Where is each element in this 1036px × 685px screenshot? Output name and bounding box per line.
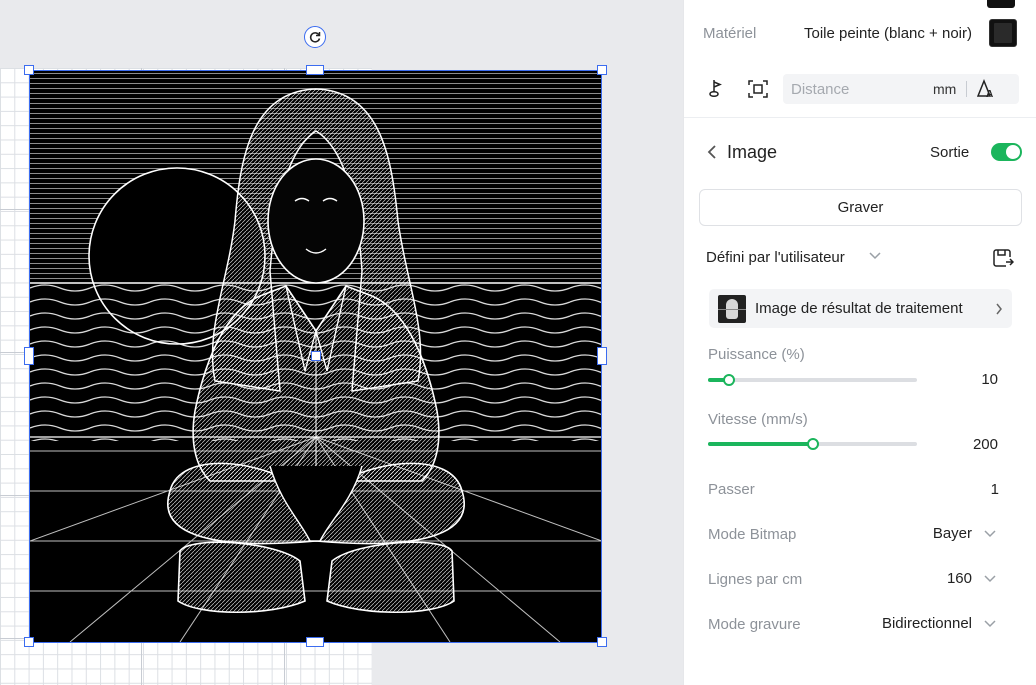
engrave-mode-button[interactable]: Graver (699, 189, 1022, 226)
svg-text:A: A (986, 89, 993, 99)
design-canvas[interactable] (0, 0, 683, 685)
speed-label: Vitesse (mm/s) (708, 411, 808, 428)
result-image-card[interactable]: Image de résultat de traitement (709, 289, 1012, 328)
result-thumbnail (718, 294, 746, 323)
export-icon[interactable] (992, 247, 1014, 269)
output-toggle[interactable] (991, 143, 1022, 161)
focus-icon[interactable] (707, 78, 727, 100)
chevron-down-icon (984, 574, 996, 583)
distance-input[interactable] (791, 80, 921, 98)
bitmap-mode-value: Bayer (932, 525, 972, 542)
lines-per-cm-label: Lignes par cm (708, 571, 803, 588)
rotate-icon (308, 30, 322, 44)
preset-label[interactable]: Défini par l'utilisateur (706, 249, 845, 266)
passes-value[interactable]: 1 (991, 481, 999, 498)
chevron-down-icon (984, 619, 996, 628)
resize-handle-top-left[interactable] (24, 65, 34, 75)
settings-panel: Matériel Toile peinte (blanc + noir) mm … (683, 0, 1036, 685)
resize-handle-bottom-left[interactable] (24, 637, 34, 647)
resize-handle-bottom-right[interactable] (597, 637, 607, 647)
preset-row[interactable]: Défini par l'utilisateur (684, 246, 1036, 268)
engrave-mode-label: Mode gravure (708, 616, 801, 633)
material-label: Matériel (703, 24, 757, 42)
speed-slider[interactable] (708, 438, 917, 450)
resize-handle-right[interactable] (597, 347, 607, 365)
engrave-mode-select[interactable]: Bidirectionnel (882, 615, 996, 632)
power-slider[interactable] (708, 374, 917, 386)
passes-label: Passer (708, 481, 755, 498)
lines-per-cm-value: 160 (946, 570, 972, 587)
frame-scan-icon[interactable] (747, 78, 769, 100)
bitmap-mode-select[interactable]: Bayer (933, 525, 996, 542)
top-swatch[interactable] (987, 0, 1015, 8)
material-swatch[interactable] (989, 19, 1017, 47)
material-value[interactable]: Toile peinte (blanc + noir) (804, 25, 972, 42)
resize-handle-bottom[interactable] (306, 637, 324, 647)
speed-slider-fill (708, 442, 813, 446)
chevron-down-icon (984, 529, 996, 538)
autofocus-icon[interactable]: A (977, 79, 999, 99)
panel-divider (684, 117, 1036, 118)
bitmap-mode-label: Mode Bitmap (708, 526, 797, 543)
material-row[interactable]: Matériel Toile peinte (blanc + noir) (684, 18, 1036, 48)
resize-handle-left[interactable] (24, 347, 34, 365)
power-label: Puissance (%) (708, 346, 805, 363)
center-handle[interactable] (311, 351, 321, 361)
speed-value[interactable]: 200 (973, 436, 998, 453)
chevron-down-icon[interactable] (869, 252, 881, 260)
result-image-label: Image de résultat de traitement (755, 300, 963, 317)
distance-separator (966, 81, 968, 97)
engrave-mode-value: Bidirectionnel (881, 615, 972, 632)
distance-field[interactable]: mm A (783, 74, 1019, 104)
chevron-left-icon[interactable] (707, 144, 717, 160)
lines-per-cm-select[interactable]: 160 (947, 570, 996, 587)
output-label: Sortie (930, 144, 970, 161)
speed-slider-knob[interactable] (806, 438, 819, 450)
power-slider-knob[interactable] (722, 374, 735, 386)
resize-handle-top[interactable] (306, 65, 324, 75)
resize-handle-top-right[interactable] (597, 65, 607, 75)
distance-unit: mm (933, 81, 957, 97)
section-title: Image (727, 142, 778, 162)
rotate-handle[interactable] (304, 26, 326, 48)
power-value[interactable]: 10 (981, 371, 998, 388)
chevron-right-icon (995, 303, 1003, 315)
